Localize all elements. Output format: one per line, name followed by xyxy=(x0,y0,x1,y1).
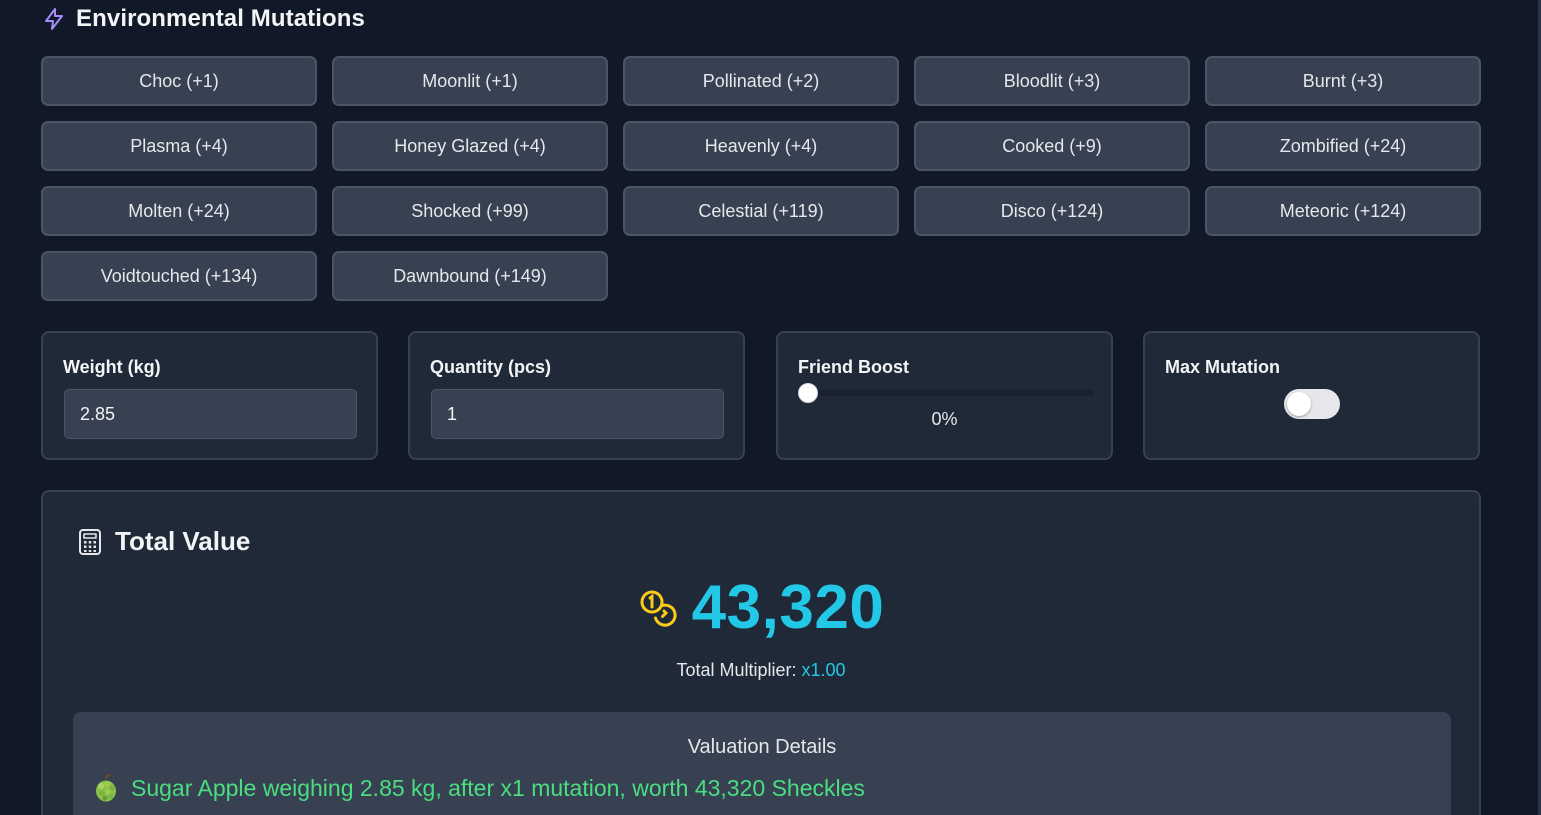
mutation-button[interactable]: Molten (+24) xyxy=(41,186,317,236)
mutation-button[interactable]: Shocked (+99) xyxy=(332,186,608,236)
mutation-button[interactable]: Burnt (+3) xyxy=(1205,56,1481,106)
mutation-button[interactable]: Bloodlit (+3) xyxy=(914,56,1190,106)
weight-label: Weight (kg) xyxy=(63,357,161,377)
mutation-button[interactable]: Disco (+124) xyxy=(914,186,1190,236)
quantity-card: Quantity (pcs) xyxy=(408,331,745,460)
weight-input[interactable] xyxy=(64,389,357,439)
max-mutation-card: Max Mutation xyxy=(1143,331,1480,460)
friend-boost-slider-thumb[interactable] xyxy=(798,383,818,403)
multiplier-value: x1.00 xyxy=(801,660,846,680)
section-title: Environmental Mutations xyxy=(76,5,365,32)
max-mutation-toggle[interactable] xyxy=(1284,389,1340,419)
weight-card: Weight (kg) xyxy=(41,331,378,460)
mutation-button[interactable]: Celestial (+119) xyxy=(623,186,899,236)
quantity-input[interactable] xyxy=(431,389,724,439)
mutation-button[interactable]: Voidtouched (+134) xyxy=(41,251,317,301)
sugar-apple-icon xyxy=(93,774,119,802)
total-value-title: Total Value xyxy=(115,526,251,556)
valuation-text: Sugar Apple weighing 2.85 kg, after x1 m… xyxy=(131,774,865,801)
mutation-button[interactable]: Honey Glazed (+4) xyxy=(332,121,608,171)
friend-boost-card: Friend Boost 0% xyxy=(776,331,1113,460)
valuation-line: Sugar Apple weighing 2.85 kg, after x1 m… xyxy=(93,774,865,802)
max-mutation-label: Max Mutation xyxy=(1165,357,1280,377)
mutation-button[interactable]: Pollinated (+2) xyxy=(623,56,899,106)
friend-boost-label: Friend Boost xyxy=(798,357,909,377)
friend-boost-value: 0% xyxy=(931,409,958,429)
amount-row: 43,320 xyxy=(43,572,1479,643)
mutation-button[interactable]: Heavenly (+4) xyxy=(623,121,899,171)
mutation-button[interactable]: Choc (+1) xyxy=(41,56,317,106)
mutation-button[interactable]: Plasma (+4) xyxy=(41,121,317,171)
valuation-details-heading: Valuation Details xyxy=(687,736,837,758)
quantity-label: Quantity (pcs) xyxy=(430,357,552,377)
coins-icon xyxy=(638,588,678,628)
multiplier-label: Total Multiplier: xyxy=(676,660,797,680)
total-multiplier: Total Multiplier: x1.00 xyxy=(43,660,1479,681)
mutation-button[interactable]: Zombified (+24) xyxy=(1205,121,1481,171)
mutation-button[interactable]: Dawnbound (+149) xyxy=(332,251,608,301)
total-amount: 43,320 xyxy=(691,573,885,642)
toggle-knob xyxy=(1287,392,1311,416)
mutation-grid: Choc (+1) Moonlit (+1) Pollinated (+2) Bloo… xyxy=(41,56,1481,301)
calculator-icon xyxy=(77,528,103,556)
mutation-button[interactable]: Meteoric (+124) xyxy=(1205,186,1481,236)
section-header: Environmental Mutations xyxy=(42,4,365,34)
mutation-button[interactable]: Cooked (+9) xyxy=(914,121,1190,171)
valuation-details: Valuation Details Sugar Apple weighing 2… xyxy=(73,712,1451,815)
lightning-icon xyxy=(42,7,66,31)
mutation-button[interactable]: Moonlit (+1) xyxy=(332,56,608,106)
friend-boost-slider-track[interactable] xyxy=(804,390,1094,396)
page: Environmental Mutations Choc (+1) Moonlit… xyxy=(0,0,1541,815)
total-value-panel: Total Value 43,320 Total Multiplier: x1.… xyxy=(41,490,1481,815)
total-value-header: Total Value xyxy=(77,526,250,557)
